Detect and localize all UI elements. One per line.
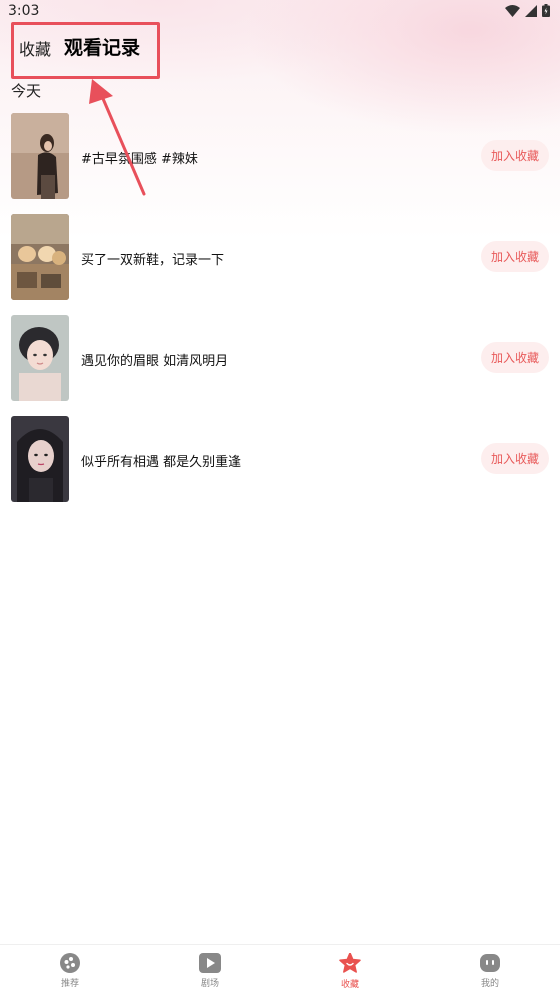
add-to-favorites-button[interactable]: 加入收藏 (481, 140, 549, 171)
tabbar-label: 收藏 (340, 980, 359, 990)
list-item[interactable]: 买了一双新鞋，记录一下 加入收藏 (0, 213, 560, 314)
list-item[interactable]: 遇见你的眉眼 如清风明月 加入收藏 (0, 314, 560, 415)
video-thumbnail[interactable] (11, 315, 69, 401)
recommend-icon (60, 953, 80, 973)
status-time: 3:03 (8, 3, 40, 19)
tabbar-label: 我的 (480, 979, 499, 989)
tabbar-label: 推荐 (60, 979, 79, 989)
wifi-icon (505, 4, 520, 17)
video-thumbnail[interactable] (11, 416, 69, 502)
top-tabs: 收藏 观看记录 (0, 24, 560, 74)
item-title[interactable]: 似乎所有相遇 都是久别重逢 (81, 451, 241, 470)
bottom-tab-bar: 推荐 剧场 收藏 我的 (0, 944, 560, 996)
tabbar-item-favorites[interactable]: 收藏 (280, 945, 420, 996)
add-to-favorites-button[interactable]: 加入收藏 (481, 443, 549, 474)
status-icons (505, 4, 550, 17)
item-title[interactable]: #古早氛围感 #辣妹 (81, 148, 198, 167)
status-bar: 3:03 (0, 0, 560, 24)
list-item[interactable]: #古早氛围感 #辣妹 加入收藏 (0, 112, 560, 213)
item-title[interactable]: 买了一双新鞋，记录一下 (81, 249, 224, 268)
tab-collect[interactable]: 收藏 (19, 36, 51, 60)
history-list: #古早氛围感 #辣妹 加入收藏 买了一双新鞋，记录一下 加入收藏 遇见你的眉眼 … (0, 112, 560, 516)
tab-watch-history[interactable]: 观看记录 (64, 33, 140, 60)
play-icon (199, 953, 221, 973)
signal-icon (525, 4, 537, 17)
tabbar-label: 剧场 (200, 979, 219, 989)
add-to-favorites-button[interactable]: 加入收藏 (481, 342, 549, 373)
star-icon (339, 953, 361, 973)
tabbar-item-theater[interactable]: 剧场 (140, 945, 280, 996)
item-title[interactable]: 遇见你的眉眼 如清风明月 (81, 350, 228, 369)
section-title-today: 今天 (11, 82, 42, 100)
add-to-favorites-button[interactable]: 加入收藏 (481, 241, 549, 272)
battery-icon (542, 4, 550, 17)
tabbar-item-profile[interactable]: 我的 (420, 945, 560, 996)
profile-icon (480, 954, 500, 972)
list-item[interactable]: 似乎所有相遇 都是久别重逢 加入收藏 (0, 415, 560, 516)
tabbar-item-recommend[interactable]: 推荐 (0, 945, 140, 996)
video-thumbnail[interactable] (11, 113, 69, 199)
video-thumbnail[interactable] (11, 214, 69, 300)
